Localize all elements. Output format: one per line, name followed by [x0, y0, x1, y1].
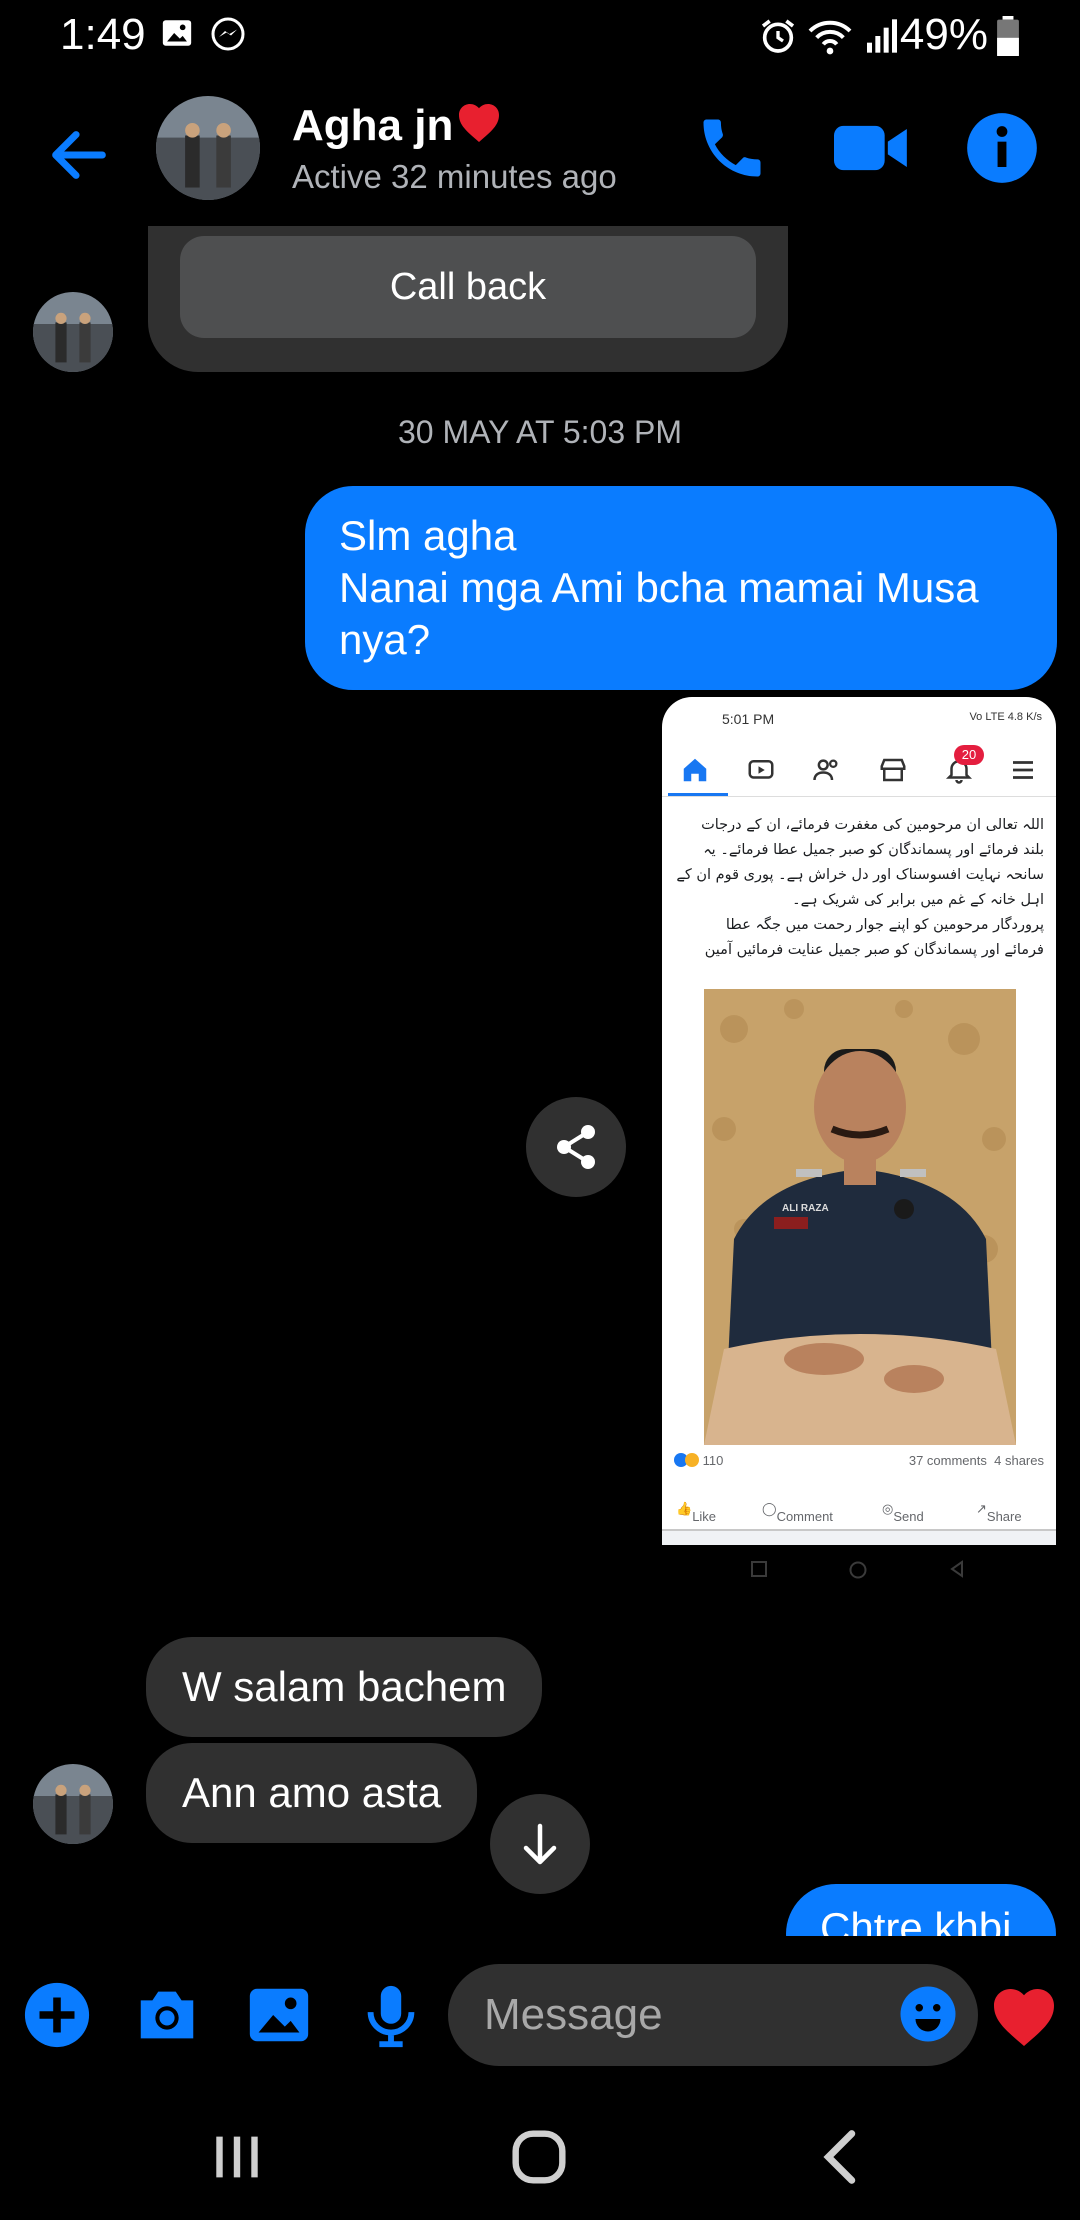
screenshot-status-bar: 5:01 PM Vo LTE 4.8 K/s [722, 711, 1042, 727]
missed-call-card: Call back [148, 226, 788, 372]
messenger-icon [211, 17, 245, 51]
gallery-icon [162, 20, 192, 46]
share-button[interactable] [526, 1097, 626, 1197]
microphone-icon[interactable] [356, 1980, 426, 2050]
outgoing-message[interactable]: Slm agha Nanai mga Ami bcha mamai Musa n… [305, 486, 1057, 690]
heart-icon [459, 104, 500, 142]
avatar[interactable] [156, 96, 260, 200]
conversation-header: Agha jn Active 32 minutes ago [0, 80, 1080, 210]
active-status: Active 32 minutes ago [292, 158, 617, 195]
marketplace-icon [880, 758, 906, 782]
contact-name[interactable]: Agha jn [292, 100, 503, 151]
scroll-to-bottom-button[interactable] [490, 1794, 590, 1894]
camera-icon[interactable] [132, 1980, 202, 2050]
name-tag: ALI RAZA [782, 1203, 829, 1214]
wifi-icon [808, 20, 852, 55]
message-line: nya? [339, 616, 431, 663]
like-action: 👍 Like [676, 1501, 717, 1524]
incoming-message[interactable]: W salam bachem [146, 1637, 543, 1737]
shared-screenshot-image[interactable]: 5:01 PM Vo LTE 4.8 K/s 20 اللہ تعالی ان … [662, 697, 1056, 1545]
phone-icon[interactable] [694, 110, 770, 186]
info-icon[interactable] [964, 110, 1040, 186]
back-button-icon [950, 1560, 963, 1578]
signal-icon [867, 19, 897, 53]
heart-icon[interactable] [988, 1980, 1060, 2052]
home-button-icon[interactable] [504, 2122, 574, 2192]
notification-badge: 20 [954, 745, 984, 765]
post-text: اللہ تعالی ان مرحومین کی مغفرت فرمائے، ا… [676, 817, 1044, 958]
facebook-nav-bar: 20 [662, 741, 1056, 797]
video-icon[interactable] [830, 110, 914, 186]
message-line: Nanai mga Ami bcha mamai Musa [339, 564, 979, 611]
emoji-icon[interactable] [898, 1984, 958, 2044]
home-button-icon [849, 1561, 867, 1579]
friends-icon [813, 759, 838, 781]
home-icon [683, 758, 707, 782]
reaction-count: 110 [674, 1453, 723, 1468]
screenshot-bottom-bar [662, 1529, 1056, 1545]
back-button-icon[interactable] [808, 2122, 878, 2192]
watch-icon [748, 760, 774, 779]
arrow-down-icon [523, 1823, 557, 1865]
recent-apps-icon[interactable] [202, 2122, 272, 2192]
message-composer [0, 1936, 1080, 2092]
status-bar: 1:49 49% [0, 0, 1080, 70]
call-back-button[interactable]: Call back [180, 236, 756, 338]
send-action: ◎ Send [882, 1501, 924, 1524]
share-icon [557, 1125, 595, 1169]
avatar[interactable] [33, 1764, 113, 1844]
sad-reaction-icon [685, 1453, 699, 1467]
incoming-message[interactable]: Ann amo asta [146, 1743, 478, 1843]
battery-icon [997, 16, 1019, 56]
back-arrow-icon[interactable] [44, 120, 114, 190]
gallery-icon[interactable] [244, 1980, 314, 2050]
date-separator: 30 MAY AT 5:03 PM [398, 414, 682, 450]
menu-icon [1013, 761, 1033, 779]
post-actions: 👍 Like ◯ Comment ◎ Send ↗ Share [662, 1493, 1056, 1529]
avatar[interactable] [33, 292, 113, 372]
message-line: Slm agha [339, 512, 517, 559]
alarm-icon [761, 19, 795, 53]
status-time: 1:49 [60, 10, 146, 59]
system-navigation-bar [0, 2092, 1080, 2220]
recent-apps-icon [751, 1561, 767, 1577]
post-photo: ALI RAZA [704, 989, 1016, 1445]
post-stats: 37 comments 4 shares [908, 1453, 1044, 1468]
plus-icon[interactable] [22, 1980, 92, 2050]
comment-action: ◯ Comment [762, 1501, 833, 1524]
active-tab-indicator [668, 793, 728, 796]
battery-percent: 49% [899, 10, 988, 59]
share-action: ↗ Share [976, 1501, 1022, 1524]
